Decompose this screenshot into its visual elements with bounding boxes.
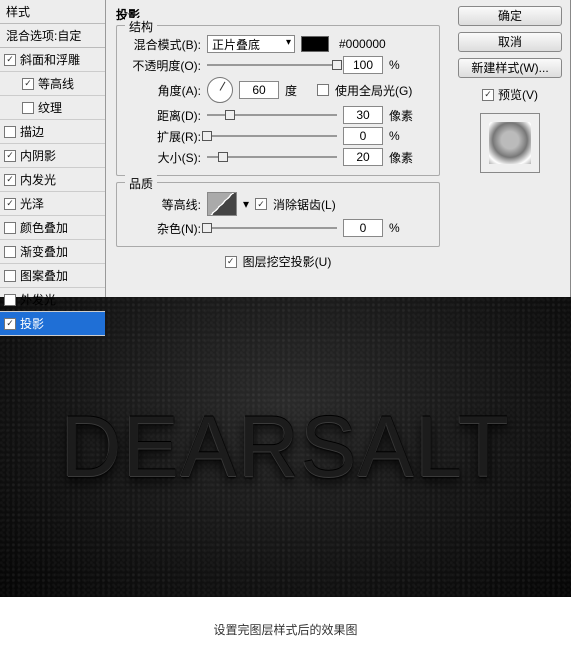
sidebar-item-2[interactable]: 纹理 — [0, 96, 105, 120]
result-preview: DEARSALT — [0, 297, 571, 597]
sidebar-checkbox-9[interactable] — [4, 270, 16, 282]
sidebar-label-0: 斜面和浮雕 — [20, 51, 80, 68]
spread-input[interactable]: 0 — [343, 127, 383, 145]
structure-fieldset: 结构 混合模式(B): 正片叠底 #000000 不透明度(O): 100 % … — [116, 25, 440, 176]
sidebar-label-7: 颜色叠加 — [20, 219, 68, 236]
size-slider[interactable] — [207, 150, 337, 164]
sidebar-checkbox-5[interactable] — [4, 174, 16, 186]
sidebar-label-1: 等高线 — [38, 75, 74, 92]
sidebar-item-10[interactable]: 外发光 — [0, 288, 105, 312]
antialias-checkbox[interactable] — [255, 198, 267, 210]
shadow-color-swatch[interactable] — [301, 36, 329, 52]
global-light-label: 使用全局光(G) — [335, 82, 412, 99]
sidebar-item-3[interactable]: 描边 — [0, 120, 105, 144]
spread-unit: % — [389, 129, 415, 143]
sidebar-checkbox-10[interactable] — [4, 294, 16, 306]
contour-label: 等高线: — [125, 196, 201, 213]
blend-mode-label: 混合模式(B): — [125, 36, 201, 53]
sidebar-item-11[interactable]: 投影 — [0, 312, 105, 336]
angle-dial[interactable] — [207, 77, 233, 103]
size-unit: 像素 — [389, 149, 415, 166]
settings-panel: 投影 结构 混合模式(B): 正片叠底 #000000 不透明度(O): 100… — [106, 0, 450, 297]
sidebar-checkbox-4[interactable] — [4, 150, 16, 162]
sidebar-title: 样式 — [0, 0, 105, 24]
ok-button[interactable]: 确定 — [458, 6, 562, 26]
sidebar-subtitle[interactable]: 混合选项:自定 — [0, 24, 105, 48]
opacity-unit: % — [389, 58, 415, 72]
shadow-color-hex: #000000 — [339, 37, 386, 51]
sidebar-checkbox-7[interactable] — [4, 222, 16, 234]
sidebar-label-3: 描边 — [20, 123, 44, 140]
structure-label: 结构 — [125, 18, 157, 35]
noise-label: 杂色(N): — [125, 220, 201, 237]
noise-unit: % — [389, 221, 415, 235]
new-style-button[interactable]: 新建样式(W)... — [458, 58, 562, 78]
layer-style-dialog: 样式 混合选项:自定 斜面和浮雕等高线纹理描边内阴影内发光光泽颜色叠加渐变叠加图… — [0, 0, 571, 297]
angle-unit: 度 — [285, 82, 311, 99]
sidebar-label-10: 外发光 — [20, 291, 56, 308]
sidebar-item-7[interactable]: 颜色叠加 — [0, 216, 105, 240]
sidebar-checkbox-3[interactable] — [4, 126, 16, 138]
distance-input[interactable]: 30 — [343, 106, 383, 124]
blend-mode-select[interactable]: 正片叠底 — [207, 35, 295, 53]
spread-label: 扩展(R): — [125, 128, 201, 145]
angle-label: 角度(A): — [125, 82, 201, 99]
preview-label: 预览(V) — [498, 86, 538, 103]
opacity-slider[interactable] — [207, 58, 337, 72]
sidebar-item-6[interactable]: 光泽 — [0, 192, 105, 216]
global-light-checkbox[interactable] — [317, 84, 329, 96]
distance-slider[interactable] — [207, 108, 337, 122]
opacity-label: 不透明度(O): — [125, 57, 201, 74]
distance-label: 距离(D): — [125, 107, 201, 124]
sidebar-label-6: 光泽 — [20, 195, 44, 212]
noise-input[interactable]: 0 — [343, 219, 383, 237]
sidebar-item-9[interactable]: 图案叠加 — [0, 264, 105, 288]
quality-label: 品质 — [125, 175, 157, 192]
contour-caret-icon[interactable]: ▾ — [243, 197, 249, 211]
angle-input[interactable]: 60 — [239, 81, 279, 99]
sidebar-label-11: 投影 — [20, 315, 44, 332]
antialias-label: 消除锯齿(L) — [273, 196, 336, 213]
sidebar-item-0[interactable]: 斜面和浮雕 — [0, 48, 105, 72]
spread-slider[interactable] — [207, 129, 337, 143]
contour-picker[interactable] — [207, 192, 237, 216]
sidebar-item-4[interactable]: 内阴影 — [0, 144, 105, 168]
cancel-button[interactable]: 取消 — [458, 32, 562, 52]
sidebar-label-2: 纹理 — [38, 99, 62, 116]
distance-unit: 像素 — [389, 107, 415, 124]
sidebar-checkbox-1[interactable] — [22, 78, 34, 90]
knockout-checkbox[interactable] — [225, 256, 237, 268]
sidebar-label-4: 内阴影 — [20, 147, 56, 164]
sidebar-label-8: 渐变叠加 — [20, 243, 68, 260]
size-input[interactable]: 20 — [343, 148, 383, 166]
sidebar-item-8[interactable]: 渐变叠加 — [0, 240, 105, 264]
result-text: DEARSALT — [61, 398, 511, 497]
preview-checkbox[interactable] — [482, 89, 494, 101]
sidebar-checkbox-2[interactable] — [22, 102, 34, 114]
sidebar-checkbox-0[interactable] — [4, 54, 16, 66]
sidebar-item-5[interactable]: 内发光 — [0, 168, 105, 192]
sidebar-item-1[interactable]: 等高线 — [0, 72, 105, 96]
knockout-label: 图层挖空投影(U) — [243, 253, 332, 270]
quality-fieldset: 品质 等高线: ▾ 消除锯齿(L) 杂色(N): 0 % — [116, 182, 440, 247]
sidebar-checkbox-8[interactable] — [4, 246, 16, 258]
style-sidebar: 样式 混合选项:自定 斜面和浮雕等高线纹理描边内阴影内发光光泽颜色叠加渐变叠加图… — [0, 0, 106, 297]
right-panel: 确定 取消 新建样式(W)... 预览(V) — [450, 0, 570, 297]
size-label: 大小(S): — [125, 149, 201, 166]
caption-text: 设置完图层样式后的效果图 — [0, 597, 571, 662]
section-title: 投影 — [116, 6, 440, 23]
sidebar-checkbox-6[interactable] — [4, 198, 16, 210]
sidebar-checkbox-11[interactable] — [4, 318, 16, 330]
noise-slider[interactable] — [207, 221, 337, 235]
opacity-input[interactable]: 100 — [343, 56, 383, 74]
sidebar-label-5: 内发光 — [20, 171, 56, 188]
sidebar-label-9: 图案叠加 — [20, 267, 68, 284]
preview-thumbnail — [480, 113, 540, 173]
